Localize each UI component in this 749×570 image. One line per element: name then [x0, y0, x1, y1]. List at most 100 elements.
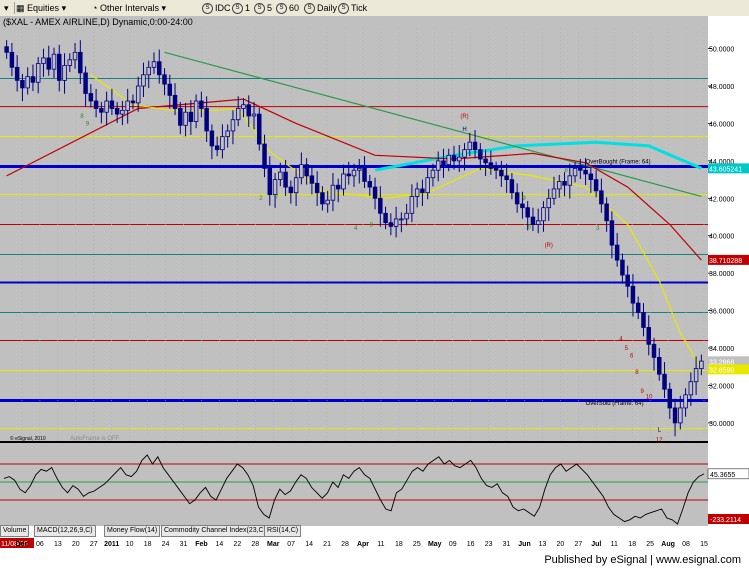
price-label: 43.605241 [709, 166, 742, 173]
x-tick-label: 25 [646, 541, 654, 548]
candle-body [399, 218, 404, 221]
x-tick-label: Jun [518, 541, 530, 548]
interval-5-button[interactable]: S5 [254, 2, 272, 15]
y-tick-label: 38.0000 [709, 271, 734, 278]
candle-body [178, 108, 183, 126]
candle-body [220, 136, 225, 151]
candle-body [367, 181, 373, 188]
candle-body [288, 186, 294, 194]
x-tick-label: 20 [557, 541, 565, 548]
cci-value-label: 45.3655 [710, 472, 735, 479]
candle-body [41, 57, 46, 64]
x-tick-label: 24 [162, 541, 170, 548]
x-tick-label: 2011 [104, 541, 119, 548]
candle-body [525, 207, 530, 218]
candle-body [272, 179, 278, 195]
x-tick-label: 13 [539, 541, 547, 548]
candle-body [599, 190, 604, 205]
candle-body [299, 164, 304, 179]
candle-body [493, 167, 499, 171]
x-tick-label: 15 [700, 541, 708, 548]
equities-menu[interactable]: ▦ Equities ▾ [16, 2, 66, 14]
candle-body [630, 285, 636, 304]
candle-body [4, 46, 9, 53]
interval-1-button[interactable]: S1 [232, 2, 250, 15]
other-intervals-menu[interactable]: ◔ Other Intervals ▾ [92, 2, 166, 14]
x-tick-label: 18 [395, 541, 403, 548]
x-tick-label: 16 [467, 541, 475, 548]
circle-icon: S [202, 3, 213, 15]
candle-body [472, 141, 478, 151]
candle-body [78, 51, 83, 74]
clock-icon: ◔ [92, 3, 98, 13]
symbol-selector[interactable]: ▾ [4, 2, 9, 14]
candle-body [99, 108, 104, 113]
candle-body [293, 177, 299, 194]
candle-body [662, 373, 667, 390]
candle-body [330, 184, 336, 201]
candle-body [199, 100, 204, 109]
candle-body [246, 104, 251, 117]
candle-body [514, 192, 520, 205]
candle-body [683, 394, 688, 409]
candle-body [188, 111, 194, 122]
candle-body [462, 149, 467, 158]
candle-body [409, 196, 415, 214]
candle-body [551, 188, 557, 199]
candle-body [257, 113, 262, 145]
chart-annotation: OverSold (Frame: 64) [586, 401, 644, 407]
x-tick-label: 09 [449, 541, 457, 548]
interval-60-button[interactable]: S 60 [276, 2, 299, 15]
chart-title-bar: ($XAL - AMEX AIRLINE,D) Dynamic,0:00-24:… [0, 16, 708, 28]
tab-cci[interactable]: Commodity Channel Index(23,C) [161, 525, 269, 537]
daily-button[interactable]: S Daily [304, 2, 337, 15]
candle-body [46, 57, 51, 70]
footer: Published by eSignal | www.esignal.com [0, 551, 749, 570]
candle-body [425, 177, 430, 194]
candle-body [225, 130, 230, 137]
candle-body [183, 111, 188, 126]
price-chart[interactable]: (R) H (R) OverBought (Frame: 64) OverSold (F… [0, 16, 749, 551]
candle-body [393, 218, 399, 227]
candle-body [693, 368, 699, 383]
candle-body [35, 63, 41, 83]
y-tick-label: 34.0000 [709, 346, 734, 353]
tick-button[interactable]: S Tick [338, 2, 367, 15]
candle-body [235, 108, 241, 121]
tab-macd[interactable]: MACD(12,26,9,C) [34, 525, 96, 537]
circle-icon: S [232, 3, 243, 15]
candle-body [388, 222, 394, 227]
candle-body [593, 179, 599, 192]
tab-volume[interactable]: Volume [0, 525, 30, 537]
tab-money-flow[interactable]: Money Flow(14) [104, 525, 161, 537]
x-tick-label: 07 [287, 541, 295, 548]
candle-body [283, 171, 288, 188]
x-tick-label: May [428, 541, 442, 548]
candle-body [499, 169, 504, 177]
candle-body [251, 113, 257, 117]
candle-body [51, 53, 57, 70]
candle-body [267, 167, 273, 195]
candle-body [441, 160, 446, 166]
candle-body [688, 381, 694, 396]
idc-button[interactable]: S IDC [202, 2, 231, 15]
tab-rsi[interactable]: RSI(14,C) [264, 525, 302, 537]
candle-body [25, 76, 30, 89]
candle-body [67, 59, 73, 66]
candle-body [9, 51, 15, 68]
x-tick-label: 31 [503, 541, 511, 548]
candle-body [114, 108, 120, 115]
x-tick-label: 08 [682, 541, 690, 548]
candle-body [578, 167, 583, 171]
candle-body [430, 169, 436, 179]
cci-min-label: -233.2114 [710, 517, 741, 524]
candle-body [609, 220, 615, 246]
candle-body [351, 169, 357, 177]
candle-body [620, 259, 625, 276]
candle-body [657, 356, 662, 375]
x-tick-label: 20 [72, 541, 80, 548]
y-tick-label: 48.0000 [709, 84, 734, 91]
candle-body [414, 188, 420, 197]
x-tick-label: 11 [611, 541, 618, 548]
candle-body [557, 181, 562, 190]
